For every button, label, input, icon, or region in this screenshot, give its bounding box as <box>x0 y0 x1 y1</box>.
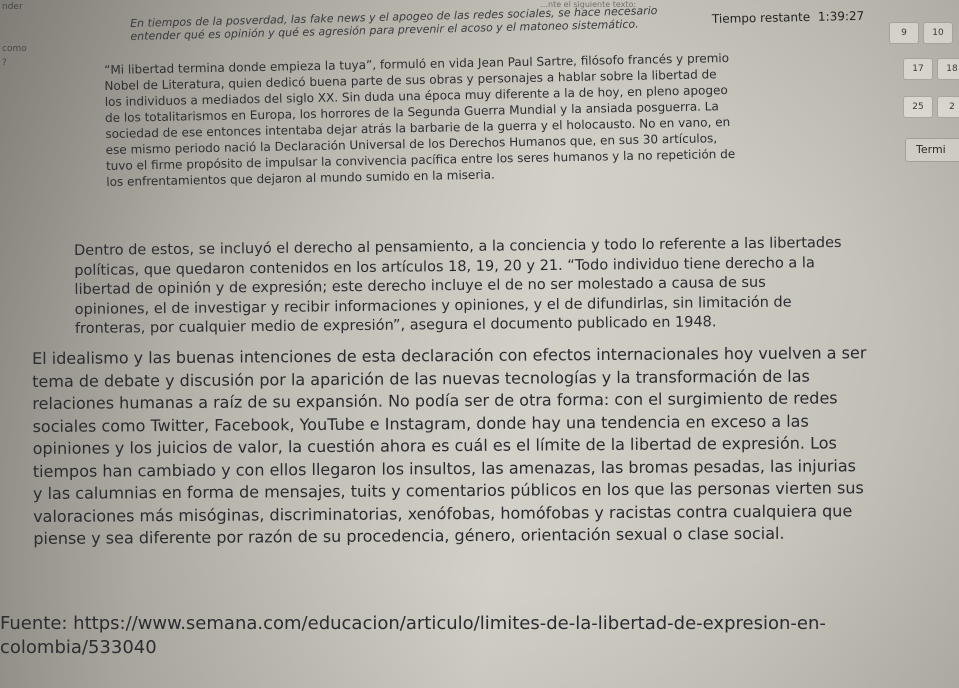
left-strip-line: ? <box>2 58 7 68</box>
left-strip-line: nder <box>2 2 23 12</box>
source-line: Fuente: https://www.semana.com/educacion… <box>0 613 826 634</box>
passage-source: Fuente: https://www.semana.com/educacion… <box>0 612 900 660</box>
source-line: colombia/533040 <box>0 637 157 658</box>
passage-paragraph-1: “Mi libertad termina donde empieza la tu… <box>104 47 906 190</box>
passage-intro: En tiempos de la posverdad, las fake new… <box>130 0 900 43</box>
left-strip-line: como <box>2 44 27 54</box>
left-cropped-text: nder como ? <box>0 0 70 80</box>
question-9-button[interactable]: 9 <box>889 22 919 44</box>
question-17-button[interactable]: 17 <box>903 58 933 80</box>
passage-paragraph-3: El idealismo y las buenas intenciones de… <box>32 342 953 551</box>
exam-screen: nder como ? …nte el siguiente texto: Tie… <box>0 0 959 688</box>
question-10-button[interactable]: 10 <box>923 22 953 44</box>
question-18-button[interactable]: 18 <box>937 58 959 80</box>
finish-button[interactable]: Termi <box>905 138 959 162</box>
question-25-button[interactable]: 25 <box>903 96 933 118</box>
passage-paragraph-2: Dentro de estos, se incluyó el derecho a… <box>74 233 920 340</box>
question-26-button[interactable]: 2 <box>937 96 959 118</box>
